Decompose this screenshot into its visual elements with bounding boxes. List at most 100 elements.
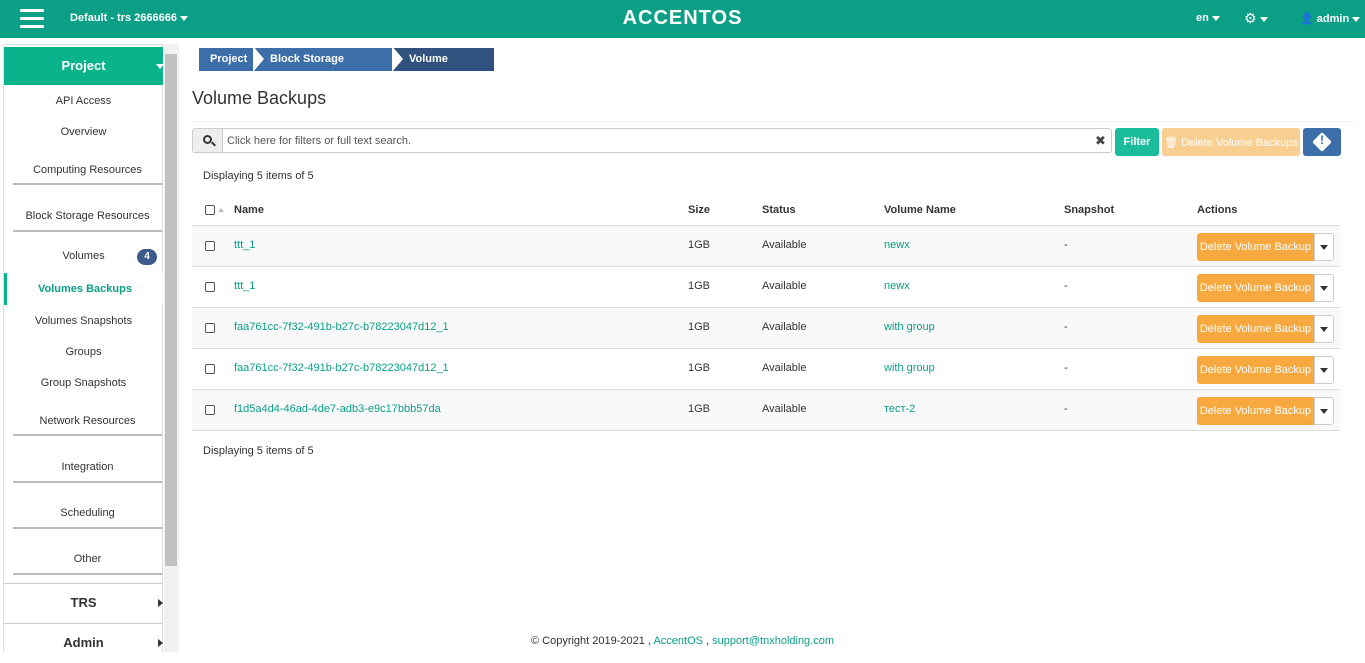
project-selector-label: Default - trs 2666666 — [70, 12, 177, 24]
sidebar-group-other[interactable]: Other — [13, 553, 162, 575]
breadcrumb-project[interactable]: Project — [199, 46, 264, 72]
sidebar-group-computing[interactable]: Computing Resources — [13, 164, 162, 185]
breadcrumb-separator — [392, 46, 403, 72]
app-logo: ACCENTOS — [622, 7, 743, 29]
chevron-right-icon — [158, 599, 163, 607]
hamburger-menu-icon[interactable] — [20, 9, 44, 29]
backup-name-link[interactable]: faa761cc-7f32-491b-b27c-b78223047d12_1 — [234, 362, 449, 374]
delete-volume-backups-button[interactable]: 🗑 Delete Volume Backups — [1162, 128, 1300, 156]
sidebar-group-block-storage[interactable]: Block Storage Resources — [13, 210, 162, 232]
volume-name-link[interactable]: newx — [884, 239, 910, 251]
volume-name-link[interactable]: with group — [884, 321, 935, 333]
breadcrumb-block-storage[interactable]: Block Storage Resources — [254, 46, 403, 88]
row-checkbox[interactable] — [205, 364, 215, 374]
sidebar-item-volumes-backups[interactable]: Volumes Backups — [4, 273, 163, 305]
info-button[interactable]: ! — [1303, 128, 1341, 156]
column-header-snapshot[interactable]: Snapshot — [1064, 204, 1114, 216]
chevron-down-icon — [1320, 368, 1328, 373]
row-actions-dropdown[interactable] — [1314, 233, 1334, 261]
backup-name-link[interactable]: faa761cc-7f32-491b-b27c-b78223047d12_1 — [234, 321, 449, 333]
sidebar-item-api-access[interactable]: API Access — [4, 95, 163, 107]
title-divider — [192, 121, 1354, 122]
row-actions-dropdown[interactable] — [1314, 274, 1334, 302]
chevron-down-icon — [1320, 327, 1328, 332]
volume-name-link[interactable]: newx — [884, 280, 910, 292]
user-icon: 👤 — [1300, 13, 1314, 25]
backup-snapshot: - — [1064, 280, 1068, 292]
backup-snapshot: - — [1064, 321, 1068, 333]
volume-name-link[interactable]: with group — [884, 362, 935, 374]
sidebar: Project API Access Overview Computing Re… — [3, 44, 164, 652]
backup-size: 1GB — [688, 362, 711, 374]
chevron-down-icon — [180, 15, 188, 21]
delete-volume-backup-button[interactable]: Delete Volume Backup — [1197, 274, 1314, 302]
table-row: faa761cc-7f32-491b-b27c-b78223047d12_1 1… — [192, 349, 1340, 390]
table-row: ttt_1 1GB Available newx - Delete Volume… — [192, 226, 1340, 267]
row-checkbox[interactable] — [205, 405, 215, 415]
row-actions-dropdown[interactable] — [1314, 315, 1334, 343]
sidebar-group-scheduling[interactable]: Scheduling — [13, 507, 162, 529]
delete-volume-backup-button[interactable]: Delete Volume Backup — [1197, 233, 1314, 261]
column-header-size[interactable]: Size — [688, 204, 710, 216]
backup-name-link[interactable]: ttt_1 — [234, 239, 255, 251]
breadcrumb-block-storage-label: Block Storage Resources — [270, 53, 344, 88]
breadcrumb-project-label: Project — [210, 53, 248, 65]
sidebar-section-trs[interactable]: TRS — [4, 583, 163, 623]
column-header-name[interactable]: Name — [234, 204, 264, 216]
row-checkbox[interactable] — [205, 323, 215, 333]
breadcrumb-volume-backups: Volume Backups — [393, 48, 494, 88]
info-icon-glyph: ! — [1320, 133, 1324, 147]
backup-name-link[interactable]: f1d5a4d4-46ad-4de7-adb3-e9c17bbb57da — [234, 403, 441, 415]
search-bar: ✖ — [192, 128, 1112, 153]
select-all-checkbox[interactable] — [205, 205, 215, 215]
column-header-actions: Actions — [1197, 204, 1238, 216]
breadcrumb-volume-backups-label: Volume Backups — [409, 53, 455, 88]
sidebar-item-overview[interactable]: Overview — [4, 126, 163, 138]
sort-asc-icon[interactable] — [218, 208, 224, 212]
row-checkbox[interactable] — [205, 241, 215, 251]
backup-snapshot: - — [1064, 362, 1068, 374]
column-header-status[interactable]: Status — [762, 204, 796, 216]
user-name: admin — [1316, 13, 1350, 25]
row-checkbox[interactable] — [205, 282, 215, 292]
row-actions-dropdown[interactable] — [1314, 356, 1334, 384]
chevron-down-icon — [1352, 16, 1361, 22]
row-actions-dropdown[interactable] — [1314, 397, 1334, 425]
settings-menu[interactable]: ⚙ — [1244, 10, 1268, 27]
chevron-down-icon — [156, 64, 164, 69]
chevron-down-icon — [1320, 245, 1328, 250]
footer-support-email-link[interactable]: support@tnxholding.com — [712, 635, 834, 647]
sidebar-group-integration[interactable]: Integration — [13, 461, 162, 483]
chevron-down-icon — [1320, 286, 1328, 291]
language-selector[interactable]: en — [1196, 12, 1220, 24]
sidebar-item-volumes-snapshots[interactable]: Volumes Snapshots — [4, 315, 163, 327]
page-title: Volume Backups — [192, 88, 327, 108]
project-selector[interactable]: Default - trs 2666666 — [70, 12, 188, 24]
sidebar-project-header[interactable]: Project — [4, 47, 164, 85]
delete-volume-backup-button[interactable]: Delete Volume Backup — [1197, 356, 1314, 384]
sidebar-item-group-snapshots[interactable]: Group Snapshots — [4, 377, 163, 389]
column-header-volume-name[interactable]: Volume Name — [884, 204, 956, 216]
items-count-bottom: Displaying 5 items of 5 — [203, 445, 314, 457]
user-menu[interactable]: 👤 admin — [1300, 12, 1361, 25]
footer-brand-link[interactable]: AccentOS — [653, 635, 703, 647]
clear-search-icon[interactable]: ✖ — [1095, 133, 1106, 149]
chevron-down-icon — [1259, 16, 1268, 22]
volume-name-link[interactable]: тест-2 — [884, 403, 915, 415]
delete-volume-backup-button[interactable]: Delete Volume Backup — [1197, 397, 1314, 425]
backup-name-link[interactable]: ttt_1 — [234, 280, 255, 292]
table-row: ttt_1 1GB Available newx - Delete Volume… — [192, 267, 1340, 308]
sidebar-scrollbar-thumb[interactable] — [165, 54, 177, 566]
items-count-top: Displaying 5 items of 5 — [203, 170, 314, 182]
sidebar-section-trs-label: TRS — [70, 595, 97, 610]
delete-volume-backup-button[interactable]: Delete Volume Backup — [1197, 315, 1314, 343]
sidebar-item-groups[interactable]: Groups — [4, 346, 163, 358]
sidebar-group-network[interactable]: Network Resources — [13, 415, 162, 436]
footer-copyright: © Copyright 2019-2021 , — [530, 635, 651, 647]
search-icon[interactable] — [193, 129, 223, 152]
top-navbar: Default - trs 2666666 ACCENTOS en ⚙ 👤 ad… — [0, 0, 1365, 38]
table-row: f1d5a4d4-46ad-4de7-adb3-e9c17bbb57da 1GB… — [192, 390, 1340, 431]
search-input[interactable] — [227, 131, 1087, 150]
filter-button[interactable]: Filter — [1115, 128, 1159, 156]
backup-status: Available — [762, 403, 807, 415]
